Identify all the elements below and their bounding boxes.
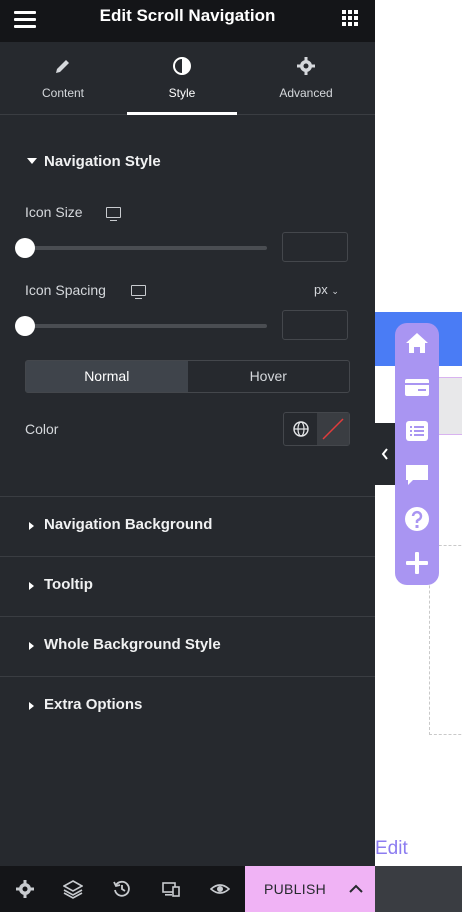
panel-title: Edit Scroll Navigation xyxy=(99,6,276,25)
icon-size-slider[interactable] xyxy=(25,246,267,250)
tab-hover[interactable]: Hover xyxy=(188,361,350,392)
caret-right-icon xyxy=(29,522,34,530)
plus-icon[interactable] xyxy=(403,549,431,577)
tab-content[interactable]: Content xyxy=(8,42,118,114)
caret-down-icon xyxy=(27,158,37,164)
section-title: Extra Options xyxy=(44,696,143,713)
preview-canvas: Edit xyxy=(375,0,462,866)
color-label: Color xyxy=(25,421,59,437)
section-navigation-style[interactable]: Navigation Style xyxy=(0,141,375,201)
color-control xyxy=(283,412,350,446)
list-icon[interactable] xyxy=(403,417,431,445)
icon-spacing-slider-handle[interactable] xyxy=(15,316,35,336)
tab-style-label: Style xyxy=(168,86,196,100)
preview-footer xyxy=(375,866,462,912)
responsive-icon[interactable] xyxy=(161,879,181,899)
tab-normal[interactable]: Normal xyxy=(26,361,188,392)
unit-selector[interactable]: px ⌄ xyxy=(314,282,339,297)
section-whole-background-style[interactable]: Whole Background Style xyxy=(0,616,375,676)
tab-content-label: Content xyxy=(41,86,85,100)
collapse-panel-button[interactable] xyxy=(375,423,395,485)
section-title: Navigation Background xyxy=(44,516,213,533)
icon-spacing-input[interactable] xyxy=(282,310,348,340)
publish-button[interactable]: PUBLISH xyxy=(245,866,375,912)
section-title: Navigation Style xyxy=(44,153,161,170)
edit-link[interactable]: Edit xyxy=(375,838,408,860)
color-swatch[interactable] xyxy=(317,413,349,445)
chevron-left-icon xyxy=(381,448,388,460)
icon-size-label: Icon Size xyxy=(25,204,83,220)
caret-right-icon xyxy=(29,642,34,650)
caret-right-icon xyxy=(29,582,34,590)
state-toggle: Normal Hover xyxy=(25,360,350,393)
section-title: Tooltip xyxy=(44,576,93,593)
panel-header: Edit Scroll Navigation xyxy=(0,0,375,42)
editor-panel: Edit Scroll Navigation Content Style Adv… xyxy=(0,0,375,912)
settings-icon[interactable] xyxy=(15,879,35,899)
history-icon[interactable] xyxy=(112,879,132,899)
section-tooltip[interactable]: Tooltip xyxy=(0,556,375,616)
icon-spacing-label: Icon Spacing xyxy=(25,282,106,298)
globe-icon[interactable] xyxy=(284,413,317,445)
icon-size-input[interactable] xyxy=(282,232,348,262)
section-navigation-background[interactable]: Navigation Background xyxy=(0,496,375,556)
section-extra-options[interactable]: Extra Options xyxy=(0,676,375,736)
panel-tabs: Content Style Advanced xyxy=(0,42,375,115)
icon-spacing-slider[interactable] xyxy=(25,324,267,328)
chevron-down-icon: ⌄ xyxy=(331,286,339,296)
tab-style[interactable]: Style xyxy=(127,42,237,115)
unit-value: px xyxy=(314,282,328,297)
comment-icon[interactable] xyxy=(403,461,431,489)
panel-footer: PUBLISH xyxy=(0,866,462,912)
section-title: Whole Background Style xyxy=(44,636,221,653)
eye-icon[interactable] xyxy=(210,879,230,899)
icon-size-slider-handle[interactable] xyxy=(15,238,35,258)
pencil-icon xyxy=(56,60,69,73)
chevron-up-icon[interactable] xyxy=(348,881,364,897)
gear-icon xyxy=(297,57,315,75)
layers-icon[interactable] xyxy=(63,879,83,899)
question-icon[interactable] xyxy=(403,505,431,533)
publish-label: PUBLISH xyxy=(264,881,327,897)
desktop-icon[interactable] xyxy=(131,285,146,299)
contrast-icon xyxy=(173,57,191,75)
no-color-icon xyxy=(322,418,344,440)
widgets-grid-icon[interactable] xyxy=(342,10,358,26)
caret-right-icon xyxy=(29,702,34,710)
home-icon[interactable] xyxy=(403,329,431,357)
tab-advanced[interactable]: Advanced xyxy=(251,42,361,114)
tab-advanced-label: Advanced xyxy=(279,86,333,100)
scroll-navigation-widget xyxy=(395,323,439,585)
card-icon[interactable] xyxy=(403,373,431,401)
desktop-icon[interactable] xyxy=(106,207,121,221)
